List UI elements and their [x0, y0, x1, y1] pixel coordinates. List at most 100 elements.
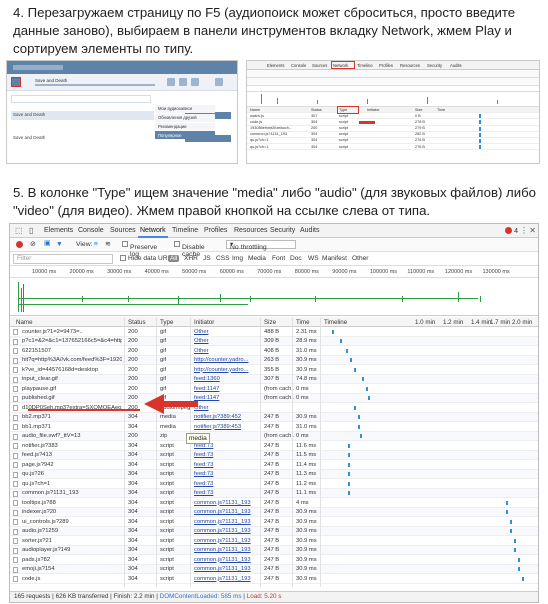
tab-sources[interactable]: Sources: [110, 227, 136, 234]
inspect-element-icon[interactable]: ⬚: [15, 227, 23, 235]
table-row[interactable]: code.js 304 script common.js?1131_193 247 B 3…: [10, 574, 538, 584]
filter-icon[interactable]: ▼: [56, 241, 63, 249]
tab-console[interactable]: Console: [78, 227, 104, 234]
tab-sources[interactable]: Sources: [312, 63, 327, 68]
preserve-log-checkbox[interactable]: Preserve log: [122, 241, 157, 258]
request-name[interactable]: qu.js?26: [22, 471, 122, 477]
tab-security[interactable]: Security: [270, 227, 295, 234]
column-timeline[interactable]: Timeline: [324, 319, 347, 326]
table-row[interactable]: bb1.mp371 304 media notifier.js?389:453 247 …: [10, 422, 538, 432]
request-initiator[interactable]: common.js?1131_193: [194, 566, 252, 572]
request-name[interactable]: sorter.js?21: [22, 538, 122, 544]
progress-bar[interactable]: [35, 84, 155, 86]
filter-type-xhr[interactable]: XHR: [184, 255, 198, 262]
table-row[interactable]: common.js?1131_193 304 script feed:73 247 B 1…: [10, 488, 538, 498]
request-name[interactable]: audioplayer.js?149: [22, 547, 122, 553]
track-row-1[interactable]: Save and Death: [13, 112, 45, 117]
tab-elements[interactable]: Elements: [44, 227, 73, 234]
filter-type-css[interactable]: CSS: [216, 255, 230, 262]
filter-type-media[interactable]: Media: [248, 255, 266, 262]
request-name[interactable]: pads.js?82: [22, 557, 122, 563]
tab-profiles[interactable]: Profiles: [204, 227, 227, 234]
tab-console[interactable]: Console: [291, 63, 306, 68]
request-initiator[interactable]: feed:73: [194, 490, 252, 496]
request-name[interactable]: common.js?1131_193: [22, 490, 122, 496]
table-row[interactable]: playpause.gif 200 gif feed:1147 (from cach..…: [10, 384, 538, 394]
column-type[interactable]: Type: [160, 319, 173, 326]
filter-type-font[interactable]: Font: [272, 255, 285, 262]
table-row[interactable]: pads.js?82 304 script common.js?1131_193 247…: [10, 555, 538, 565]
table-row[interactable]: indexer.js?20 304 script common.js?1131_193…: [10, 507, 538, 517]
table-row[interactable]: 622151507 200 gif Other 408 B 31.0 ms: [10, 346, 538, 356]
table-row[interactable]: emoji.js?154 304 script common.js?1131_193 2…: [10, 564, 538, 574]
request-initiator[interactable]: Other: [194, 338, 252, 344]
request-initiator[interactable]: common.js?1131_193: [194, 557, 252, 563]
close-icon[interactable]: ✕: [529, 227, 536, 235]
request-name[interactable]: audio_file.swf?_ttV=13: [22, 433, 122, 439]
filter-type-manifest[interactable]: Manifest: [322, 255, 347, 262]
timeline-overview[interactable]: [10, 278, 538, 316]
table-row[interactable]: page.js?942 304 script feed:73 247 B 11.4 ms: [10, 460, 538, 470]
request-initiator[interactable]: common.js?1131_193: [194, 576, 252, 582]
device-mode-icon[interactable]: ▯: [29, 227, 33, 235]
table-row[interactable]: counter.js?1=2=9473=.. 200 gif Other 488 B 2.…: [10, 327, 538, 337]
column-initiator[interactable]: Initiator: [194, 319, 214, 326]
table-row[interactable]: notifier.js?383 304 script feed:73 247 B 11.6…: [10, 441, 538, 451]
request-initiator[interactable]: feed:73: [194, 481, 252, 487]
filter-type-doc[interactable]: Doc: [290, 255, 302, 262]
column-size[interactable]: Size: [264, 319, 276, 326]
filter-type-js[interactable]: JS: [203, 255, 211, 262]
disable-cache-checkbox[interactable]: Disable cache: [174, 241, 205, 258]
table-row[interactable]: d10DP0Seh.mp3?extra=SXQMOEAeo2... 200 audi…: [10, 403, 538, 413]
request-name[interactable]: bb1.mp371: [22, 424, 122, 430]
table-row[interactable]: tooltips.js?88 304 script common.js?1131_19…: [10, 498, 538, 508]
request-name[interactable]: code.js: [22, 576, 122, 582]
table-row[interactable]: published.gif200giffeed:1147(from cach..…: [10, 393, 538, 403]
request-initiator[interactable]: common.js?1131_193: [194, 519, 252, 525]
shuffle-icon[interactable]: [179, 78, 187, 86]
tab-timeline[interactable]: Timeline: [357, 63, 373, 68]
track-row-2[interactable]: Save and Death: [13, 135, 45, 140]
request-initiator[interactable]: notifier.js?389:452: [194, 414, 252, 420]
request-name[interactable]: playpause.gif: [22, 386, 122, 392]
column-time[interactable]: Time: [296, 319, 310, 326]
request-initiator[interactable]: common.js?1131_193: [194, 528, 252, 534]
request-name[interactable]: emoji.js?154: [22, 566, 122, 572]
request-initiator[interactable]: feed:73: [194, 452, 252, 458]
request-name[interactable]: ui_controls.js?289: [22, 519, 122, 525]
table-row[interactable]: p?c1=&2=&c1=137652166c5=&c4=http%.. 200 gi…: [10, 336, 538, 346]
tab-resources[interactable]: Resources: [234, 227, 267, 234]
tab-audits[interactable]: Audits: [300, 227, 319, 234]
table-row[interactable]: audio_file.swf?_ttV=13 200 zip (from cach..…: [10, 431, 538, 441]
request-initiator[interactable]: Other: [194, 405, 252, 411]
tab-resources[interactable]: Resources: [400, 63, 420, 68]
menu-item-active[interactable]: Популярное: [155, 131, 215, 140]
filter-type-ws[interactable]: WS: [308, 255, 319, 262]
request-initiator[interactable]: common.js?1131_193: [194, 500, 252, 506]
request-name[interactable]: qu.js?ch=1: [22, 481, 122, 487]
request-name[interactable]: feed.js?413: [22, 452, 122, 458]
table-row[interactable]: ui_controls.js?289 304 script common.js?113…: [10, 517, 538, 527]
filter-input[interactable]: Filter: [13, 254, 113, 264]
error-counter[interactable]: 4: [505, 227, 518, 235]
request-name[interactable]: hit?q=http%3A//vk.com/feed%3F=1920*1080.…: [22, 357, 122, 363]
table-row[interactable]: audioplayer.js?149 304 script common.js?113…: [10, 545, 538, 555]
table-row[interactable]: audio.js?1259 304 script common.js?1131_193…: [10, 526, 538, 536]
clear-icon[interactable]: ⊘: [30, 241, 36, 249]
throttling-select[interactable]: No throttling ▾: [226, 240, 296, 251]
table-row[interactable]: k?ve_id=44576168d=desktop 200 gif http://co…: [10, 365, 538, 375]
table-row[interactable]: qu.js?26 304 script feed:73 247 B 11.3 ms: [10, 469, 538, 479]
record-button[interactable]: [16, 241, 23, 248]
request-initiator[interactable]: Other: [194, 348, 252, 354]
tab-network[interactable]: Network: [138, 227, 168, 238]
request-initiator[interactable]: feed:73: [194, 462, 252, 468]
request-name[interactable]: input_clear.gif: [22, 376, 122, 382]
hide-data-urls-checkbox[interactable]: Hide data URLs: [120, 255, 175, 262]
menu-item[interactable]: Рекомендации: [155, 122, 215, 131]
overview-icon[interactable]: ≋: [105, 241, 111, 249]
request-initiator[interactable]: feed:1147: [194, 395, 252, 401]
request-initiator[interactable]: feed:1360: [194, 376, 252, 382]
table-row[interactable]: bb2.mp371 304 media notifier.js?389:452 247 …: [10, 412, 538, 422]
request-initiator[interactable]: common.js?1131_193: [194, 538, 252, 544]
tab-timeline[interactable]: Timeline: [172, 227, 198, 234]
